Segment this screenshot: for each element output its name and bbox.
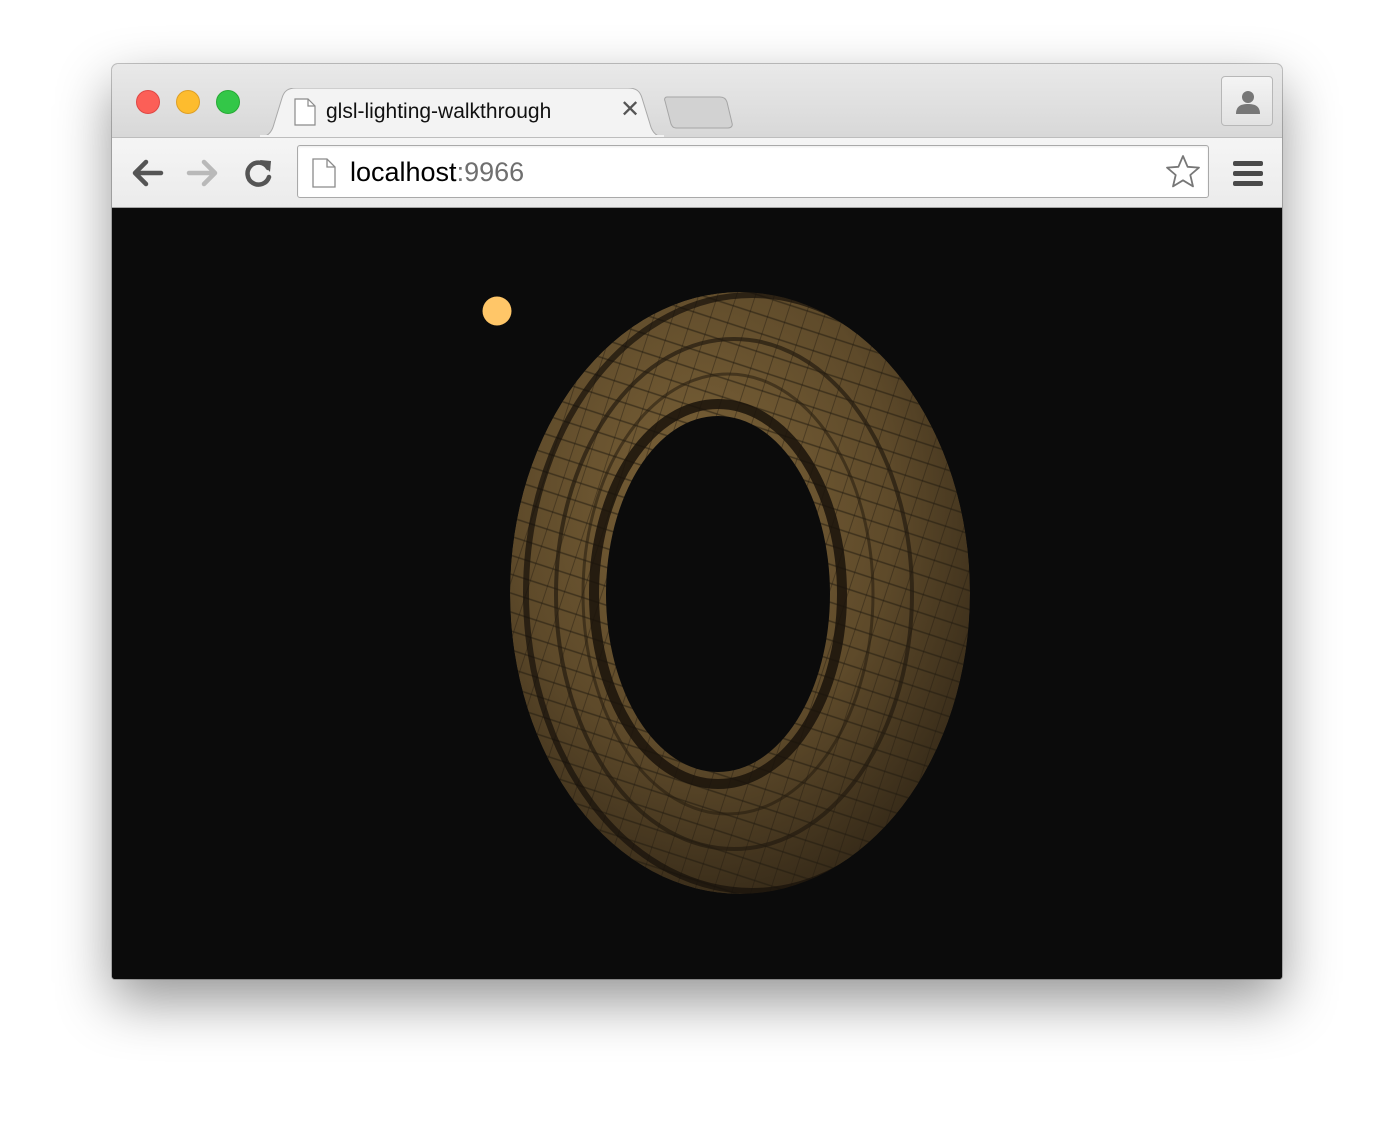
- new-tab-icon: [664, 96, 733, 129]
- scene-render: [112, 208, 1282, 979]
- tab-glsl-lighting-walkthrough[interactable]: glsl-lighting-walkthrough ✕: [260, 88, 664, 137]
- page-icon: [312, 158, 336, 193]
- arrow-right-icon: [186, 159, 218, 187]
- forward-button[interactable]: [186, 157, 220, 194]
- reload-button[interactable]: [243, 157, 275, 194]
- window-maximize-button[interactable]: [216, 90, 240, 114]
- light-source-icon: [482, 296, 512, 326]
- new-tab-button[interactable]: [664, 95, 734, 134]
- window-minimize-button[interactable]: [176, 90, 200, 114]
- browser-chrome: glsl-lighting-walkthrough ✕ localhost:99…: [112, 64, 1282, 208]
- url-port: :9966: [456, 157, 525, 187]
- tab-title: glsl-lighting-walkthrough: [326, 100, 552, 123]
- address-bar[interactable]: localhost:9966: [297, 145, 1209, 198]
- menu-button[interactable]: [1232, 160, 1264, 193]
- toolbar: localhost:9966: [112, 137, 1282, 208]
- bookmark-star-icon[interactable]: [1164, 153, 1202, 196]
- person-icon: [1236, 91, 1260, 114]
- back-button[interactable]: [130, 157, 164, 194]
- profile-button[interactable]: [1221, 76, 1273, 126]
- url-text[interactable]: localhost:9966: [350, 157, 524, 188]
- reload-icon: [245, 160, 272, 187]
- tab-strip: glsl-lighting-walkthrough ✕: [112, 64, 1282, 137]
- tab-close-icon[interactable]: ✕: [618, 98, 642, 122]
- url-host: localhost: [350, 157, 457, 187]
- page-icon: [294, 98, 316, 131]
- window-close-button[interactable]: [136, 90, 160, 114]
- webgl-canvas[interactable]: [112, 208, 1282, 979]
- hamburger-menu-icon: [1233, 161, 1263, 186]
- arrow-left-icon: [132, 159, 164, 187]
- browser-window: glsl-lighting-walkthrough ✕ localhost:99…: [112, 64, 1282, 979]
